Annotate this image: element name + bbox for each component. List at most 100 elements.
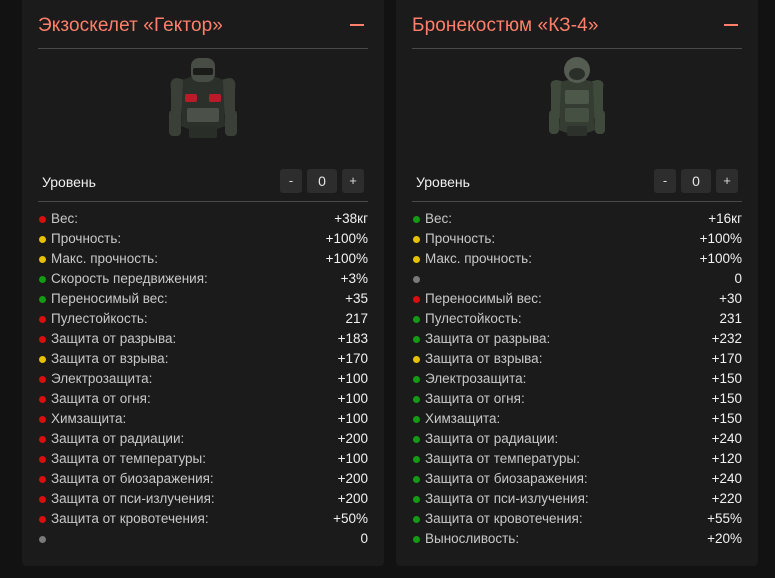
stat-value: +240 (711, 471, 742, 486)
stat-value: +100% (325, 231, 368, 246)
stat-label: Пулестойкость: (51, 311, 148, 326)
stat-row: Макс. прочность: +100% (38, 249, 368, 269)
level-stepper: -0 + (654, 169, 738, 193)
stat-row: Скорость передвижения: +3% (38, 269, 368, 289)
stat-row: Защита от взрыва: +170 (412, 349, 742, 369)
level-row: Уровень -0 + (412, 165, 742, 202)
status-dot-icon (413, 516, 420, 523)
status-dot-icon (413, 316, 420, 323)
status-dot-icon (413, 276, 420, 283)
status-dot-icon (413, 476, 420, 483)
status-dot-icon (39, 416, 46, 423)
stat-row: Пулестойкость: 217 (38, 309, 368, 329)
stat-label: Защита от взрыва: (51, 351, 169, 366)
stat-value: +170 (337, 351, 368, 366)
stat-value: +200 (337, 431, 368, 446)
stat-label: Защита от радиации: (51, 431, 185, 446)
status-dot-icon (413, 216, 420, 223)
status-dot-icon (39, 336, 46, 343)
card-header: Бронекостюм «КЗ-4» (412, 0, 742, 49)
level-label: Уровень (42, 174, 96, 190)
stat-label: Защита от огня: (425, 391, 525, 406)
status-dot-icon (39, 276, 46, 283)
stat-label: Макс. прочность: (425, 251, 532, 266)
stat-row: Электрозащита: +150 (412, 369, 742, 389)
stat-value: +220 (711, 491, 742, 506)
stat-row: Макс. прочность: +100% (412, 249, 742, 269)
stat-value: +100 (337, 411, 368, 426)
stat-row: Химзащита: +100 (38, 409, 368, 429)
stat-row: Переносимый вес: +30 (412, 289, 742, 309)
status-dot-icon (413, 416, 420, 423)
status-dot-icon (413, 536, 420, 543)
status-dot-icon (39, 536, 46, 543)
status-dot-icon (413, 436, 420, 443)
stat-value: 0 (360, 531, 368, 546)
status-dot-icon (413, 396, 420, 403)
status-dot-icon (39, 496, 46, 503)
status-dot-icon (39, 476, 46, 483)
collapse-icon[interactable] (724, 24, 738, 26)
stat-value: +20% (707, 531, 742, 546)
stat-value: +183 (337, 331, 368, 346)
stat-label: Защита от разрыва: (51, 331, 177, 346)
stat-label: Переносимый вес: (425, 291, 542, 306)
stat-label: Защита от радиации: (425, 431, 559, 446)
level-value[interactable]: 0 (307, 169, 337, 193)
status-dot-icon (413, 376, 420, 383)
stat-value: +150 (711, 371, 742, 386)
stat-label: Защита от пси-излучения: (51, 491, 215, 506)
stat-row: Вес: +38кг (38, 209, 368, 229)
stat-row: Пулестойкость: 231 (412, 309, 742, 329)
stat-value: +200 (337, 491, 368, 506)
stat-row: Защита от огня: +150 (412, 389, 742, 409)
status-dot-icon (39, 376, 46, 383)
stat-row: 0 (38, 529, 368, 549)
status-dot-icon (413, 236, 420, 243)
stat-label: Защита от температуры: (51, 451, 206, 466)
stat-label: Защита от биозаражения: (51, 471, 214, 486)
status-dot-icon (413, 296, 420, 303)
level-decrement-button[interactable]: - (280, 169, 302, 193)
status-dot-icon (39, 456, 46, 463)
stat-row: Защита от разрыва: +183 (38, 329, 368, 349)
status-dot-icon (413, 256, 420, 263)
stat-label: Переносимый вес: (51, 291, 168, 306)
stat-row: Защита от радиации: +240 (412, 429, 742, 449)
stat-value: +120 (711, 451, 742, 466)
stat-label: Электрозащита: (51, 371, 153, 386)
stat-label: Защита от температуры: (425, 451, 580, 466)
stat-row: Защита от температуры: +120 (412, 449, 742, 469)
stat-label: Защита от взрыва: (425, 351, 543, 366)
stat-label: Химзащита: (51, 411, 127, 426)
level-decrement-button[interactable]: - (654, 169, 676, 193)
stat-row: Защита от температуры: +100 (38, 449, 368, 469)
stat-label: Защита от кровотечения: (51, 511, 209, 526)
status-dot-icon (413, 456, 420, 463)
stat-value: +100 (337, 391, 368, 406)
stat-row: Электрозащита: +100 (38, 369, 368, 389)
level-value[interactable]: 0 (681, 169, 711, 193)
stat-row: Переносимый вес: +35 (38, 289, 368, 309)
stat-label: Защита от биозаражения: (425, 471, 588, 486)
stat-value: +150 (711, 391, 742, 406)
stat-label: Пулестойкость: (425, 311, 522, 326)
stat-row: Защита от взрыва: +170 (38, 349, 368, 369)
stat-label: Защита от пси-излучения: (425, 491, 589, 506)
level-increment-button[interactable]: + (342, 169, 364, 193)
collapse-icon[interactable] (350, 24, 364, 26)
stat-value: +100 (337, 371, 368, 386)
status-dot-icon (413, 336, 420, 343)
stat-row: Прочность: +100% (412, 229, 742, 249)
stat-label: Вес: (425, 211, 453, 226)
status-dot-icon (39, 236, 46, 243)
stat-value: 0 (734, 271, 742, 286)
status-dot-icon (413, 356, 420, 363)
stat-value: +3% (340, 271, 368, 286)
level-increment-button[interactable]: + (716, 169, 738, 193)
card-title: Экзоскелет «Гектор» (38, 15, 223, 36)
stat-label: Вес: (51, 211, 79, 226)
level-row: Уровень -0 + (38, 165, 368, 202)
stat-row: Защита от биозаражения: +200 (38, 469, 368, 489)
stat-value: +16кг (708, 211, 742, 226)
